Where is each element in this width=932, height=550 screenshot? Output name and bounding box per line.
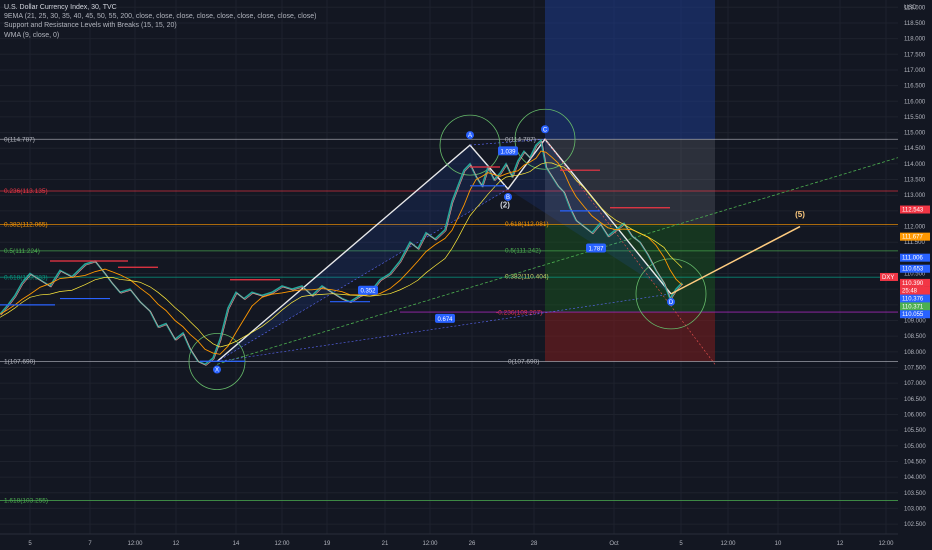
time-tick: 10	[775, 541, 782, 547]
point-label: X	[215, 368, 219, 374]
price-tag: 25:48	[902, 289, 918, 295]
price-tag: 111.677	[902, 235, 923, 241]
price-tag: 110.376	[902, 297, 924, 303]
price-tag: 110.055	[902, 312, 924, 318]
fib-right-label: 0(107.690)	[508, 359, 539, 366]
time-tick: 28	[531, 541, 538, 547]
indicator-wma[interactable]: WMA (9, close, 0)	[4, 31, 316, 40]
fib-label: 1(107.690)	[4, 359, 35, 366]
price-axis[interactable]: USD119.000118.500118.000117.500117.00011…	[898, 0, 932, 550]
time-tick: 12:00	[720, 541, 736, 547]
pattern-ratio: 0.674	[437, 317, 453, 323]
time-tick: 12	[837, 541, 844, 547]
target-zone-blue	[545, 0, 715, 140]
time-tick: 12:00	[127, 541, 143, 547]
time-tick: 12:00	[422, 541, 438, 547]
time-tick: 19	[324, 541, 331, 547]
time-tick: 21	[382, 541, 389, 547]
price-tick: 113.500	[904, 178, 926, 184]
price-tick: 113.000	[904, 193, 926, 199]
price-tick: 119.000	[904, 5, 926, 11]
price-tick: 106.000	[904, 412, 926, 418]
price-tick: 116.000	[904, 99, 926, 105]
price-tick: 115.000	[904, 131, 926, 137]
indicator-ema[interactable]: 9EMA (21, 25, 30, 35, 40, 45, 50, 55, 20…	[4, 12, 316, 21]
price-tick: 104.500	[904, 459, 926, 465]
price-tick: 116.500	[904, 84, 926, 90]
price-tick: 118.000	[904, 37, 926, 43]
pattern-ratio: 1.039	[500, 149, 516, 155]
time-tick: 12:00	[878, 541, 894, 547]
time-tick: 5	[679, 541, 683, 547]
indicator-support-resistance[interactable]: Support and Resistance Levels with Break…	[4, 21, 316, 30]
price-tick: 103.500	[904, 491, 926, 497]
price-tick: 102.500	[904, 522, 926, 528]
pattern-fill-xab	[217, 145, 508, 362]
fib-label: 0.5(111.224)	[4, 248, 40, 255]
fib-right-label: -0.236(109.267)	[496, 309, 542, 316]
price-tick: 112.000	[904, 225, 926, 231]
price-tag: 110.653	[902, 267, 924, 273]
time-tick: Oct	[609, 541, 619, 547]
time-tick: 5	[28, 541, 32, 547]
price-tick: 104.000	[904, 475, 926, 481]
chart-legend: U.S. Dollar Currency Index, 30, TVC 9EMA…	[4, 3, 316, 40]
pattern-ratio: 1.787	[588, 246, 604, 252]
wave-label: (5)	[795, 210, 805, 219]
time-tick: 7	[88, 541, 92, 547]
wave-label: (2)	[500, 201, 510, 210]
price-tick: 111.500	[904, 240, 925, 246]
price-tag: 110.371	[902, 304, 924, 310]
price-tick: 109.000	[904, 319, 926, 325]
price-tick: 107.000	[904, 381, 926, 387]
time-tick: 12:00	[274, 541, 290, 547]
price-tick: 107.500	[904, 365, 926, 371]
time-tick: 12	[173, 541, 180, 547]
price-chart[interactable]: 0(114.787) 0.236(113.135) 0.382(112.065) 0.…	[0, 0, 932, 550]
time-axis[interactable]: 5 7 12:00 12 14 12:00 19 21 12:00 26 28 Oct 5 12:00 10…	[0, 533, 898, 547]
price-tick: 106.500	[904, 397, 926, 403]
price-tick: 118.500	[904, 21, 926, 27]
price-tick: 114.500	[904, 146, 926, 152]
point-label: D	[669, 300, 674, 306]
pattern-ratio: 0.352	[360, 289, 376, 295]
price-tick: 114.000	[904, 162, 926, 168]
price-tick: 108.500	[904, 334, 926, 340]
price-tick: 108.000	[904, 350, 926, 356]
pattern-xb	[216, 188, 509, 362]
symbol-title[interactable]: U.S. Dollar Currency Index, 30, TVC	[4, 3, 316, 12]
zone-red	[545, 312, 715, 362]
price-tick: 117.500	[904, 52, 926, 58]
price-tag: 112.543	[902, 208, 924, 214]
point-label: A	[468, 133, 472, 139]
point-label: C	[543, 127, 548, 133]
fib-label: 0.382(112.065)	[4, 222, 48, 229]
price-tag: DXY	[882, 275, 894, 281]
price-tag: 110.390	[902, 281, 924, 287]
fib-label: 0.236(113.135)	[4, 188, 48, 195]
price-tick: 117.000	[904, 68, 926, 74]
fib-right-label: 0.5(111.242)	[505, 247, 541, 254]
time-tick: 14	[233, 541, 240, 547]
price-tick: 103.000	[904, 506, 926, 512]
time-tick: 26	[469, 541, 476, 547]
price-tick: 105.500	[904, 428, 926, 434]
price-tick: 105.000	[904, 444, 926, 450]
fib-right-label: 0.618(112.081)	[505, 221, 549, 228]
fib-label: 1.618(103.255)	[4, 498, 48, 505]
zone-green	[545, 224, 715, 313]
fib-right-label: 0(114.787)	[505, 136, 536, 143]
fib-label: 0(114.787)	[4, 136, 35, 143]
price-tick: 115.500	[904, 115, 926, 121]
price-tag: 111.006	[902, 256, 923, 262]
